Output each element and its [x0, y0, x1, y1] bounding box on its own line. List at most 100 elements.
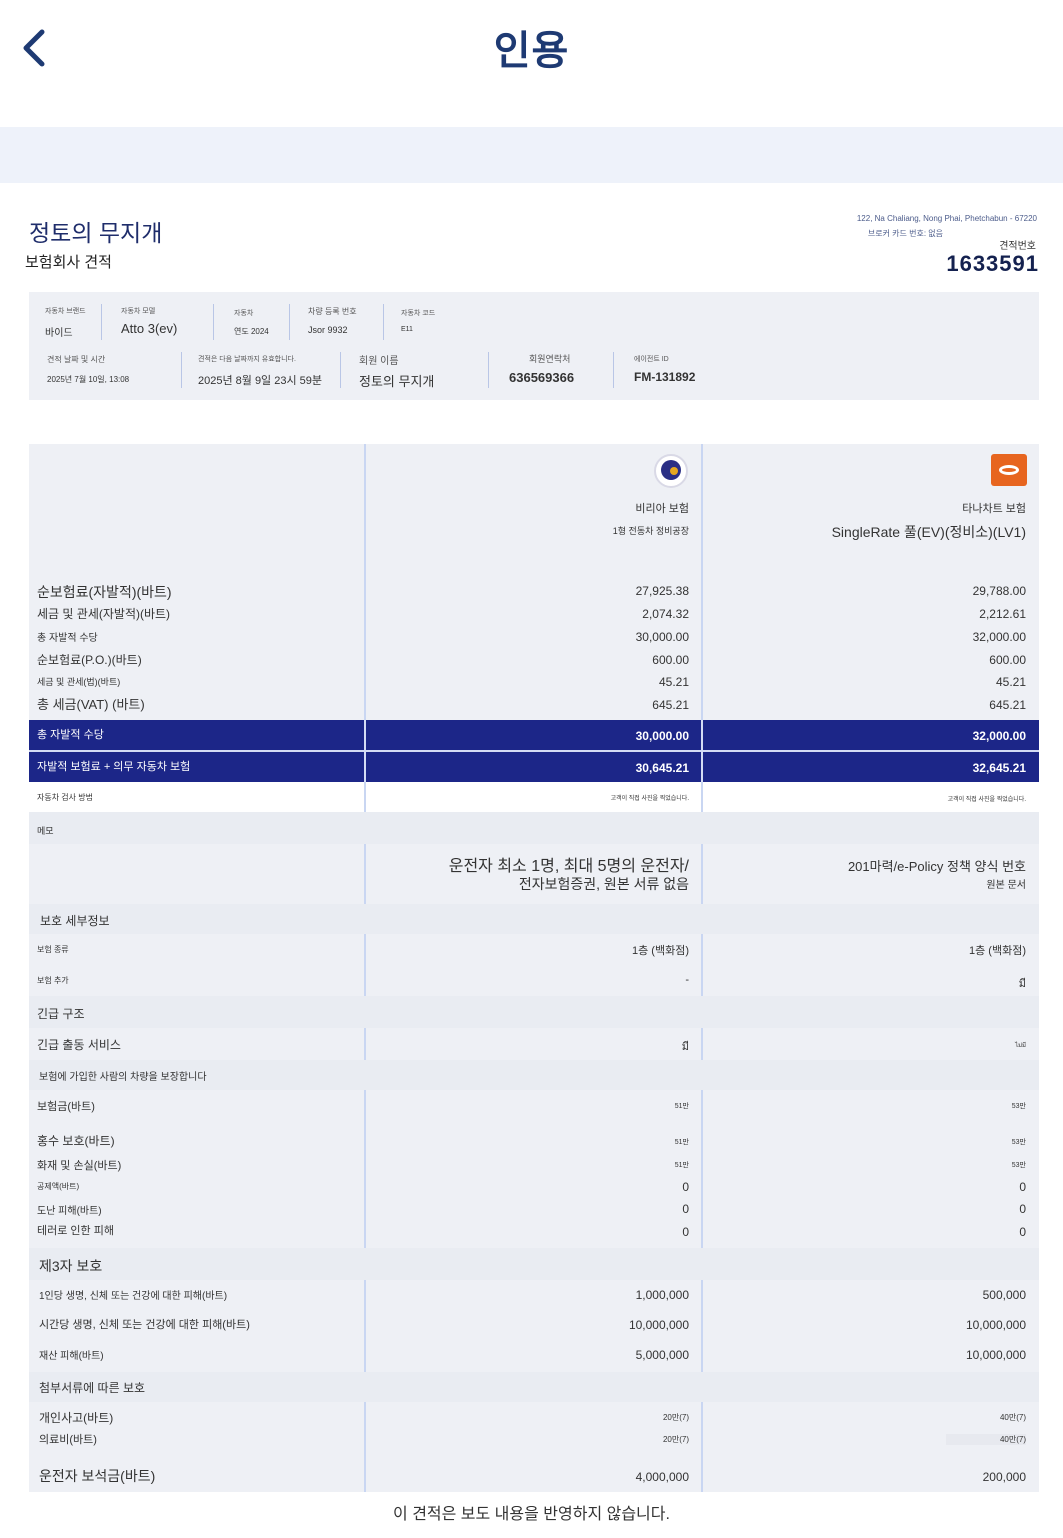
premium-a: 2,074.32 [642, 607, 689, 621]
insurance-type-label: 보험 종류 [37, 945, 69, 954]
attachment-row-a: 20만(7) [662, 1435, 689, 1444]
vehicle-header: 보험에 가입한 사람의 차량을 보장합니다 [29, 1060, 1039, 1090]
brand-mark-icon [999, 465, 1019, 475]
insurance-extra-b: มี [1018, 978, 1026, 990]
divider [613, 352, 614, 388]
total-b: 32,000.00 [972, 729, 1026, 743]
header-band [0, 127, 1063, 183]
vehicle-row-label: 화재 및 손실(바트) [37, 1160, 122, 1172]
vehicle-row-a: 51만 [674, 1162, 689, 1169]
vehicle-row-a: 0 [682, 1202, 689, 1216]
attachments-title: 첨부서류에 따른 보호 [39, 1381, 146, 1395]
vehicle-row-b: 53만 [1011, 1162, 1026, 1169]
divider [383, 304, 384, 340]
vehicle-title: 보험에 가입한 사람의 차량을 보장합니다 [39, 1072, 207, 1083]
premium-block: 순보험료(자발적)(바트) 27,925.38 29,788.00 세금 및 관… [29, 572, 1039, 720]
total-b: 32,645.21 [972, 761, 1026, 775]
comparison-table: 비리아 보험 1형 전동차 정비공장 타나차트 보험 SingleRate 풀(… [29, 444, 1039, 1492]
quote-date-value: 2025년 7월 10일, 13:08 [47, 375, 130, 384]
insurer-b-name: 타나차트 보험 [962, 503, 1026, 515]
phone-value: 636569366 [509, 370, 575, 385]
address: 122, Na Chaliang, Nong Phai, Phetchabun … [856, 214, 1037, 223]
model-label: 자동차 모델 [121, 308, 156, 315]
total-a: 30,645.21 [635, 761, 689, 775]
member-label: 회원 이름 [359, 356, 399, 367]
vehicle-row-b: 53만 [1011, 1103, 1026, 1110]
code-value: E11 [401, 326, 413, 333]
agent-field: 에이전트 ID FM-131892 [634, 354, 695, 384]
memo-label: 메모 [37, 826, 54, 836]
vehicle-row-b: 0 [1019, 1180, 1026, 1194]
third-party-row-label: 재산 피해(바트) [39, 1351, 104, 1362]
company-subtitle: 보험회사 견적 [25, 254, 112, 271]
third-party-row-a: 1,000,000 [635, 1288, 689, 1302]
premium-a: 30,000.00 [635, 630, 689, 644]
column-divider [701, 444, 703, 720]
phone-label: 회원연락처 [529, 354, 571, 364]
vehicle-row-label: 도난 피해(바트) [37, 1206, 102, 1217]
emblem-icon [661, 460, 681, 480]
divider [213, 304, 214, 340]
broker-code: 브로커 카드 번호: 없음 [867, 229, 943, 238]
divider [101, 304, 102, 340]
insurance-type-b: 1층 (백화점) [969, 945, 1026, 957]
quote-number-label: 견적번호 [999, 241, 1036, 252]
valid-until-field: 견적은 다음 날짜까지 유효합니다. 2025년 8월 9일 23시 59분 [198, 354, 322, 388]
plate-value: Jsor 9932 [308, 325, 348, 335]
attachment-row-label: 운전자 보석금(바트) [39, 1468, 156, 1484]
vehicle-rows: 보험금(바트) 51만 53만 홍수 보호(바트) 51만 53만 화재 및 손… [29, 1090, 1039, 1248]
total-voluntary-row: 총 자발적 수당 30,000.00 32,000.00 [29, 720, 1039, 750]
third-party-row-a: 10,000,000 [628, 1318, 689, 1332]
premium-a: 645.21 [652, 698, 689, 712]
total-combined-row: 자발적 보험료 + 의무 자동차 보험 30,645.21 32,645.21 [29, 752, 1039, 782]
memo-a-line2: 전자보험증권, 원본 서류 없음 [518, 876, 689, 892]
column-divider [364, 444, 366, 720]
insurer-b-plan: SingleRate 풀(EV)(정비소)(LV1) [831, 524, 1026, 540]
attachment-row-a: 4,000,000 [635, 1470, 689, 1484]
attachment-row-a: 20만(7) [662, 1413, 689, 1422]
memo-b-line1: 201마력/e-Policy 정책 양식 번호 [847, 859, 1026, 874]
third-party-header: 제3자 보호 [29, 1248, 1039, 1280]
memo-row: 운전자 최소 1명, 최대 5명의 운전자/ 전자보험증권, 원본 서류 없음 … [29, 844, 1039, 904]
vehicle-row-b: 53만 [1011, 1139, 1026, 1146]
vehicle-row-label: 보험금(바트) [37, 1101, 95, 1113]
attachment-row-b: 40만(7) [999, 1413, 1026, 1422]
inspection-label: 자동차 검사 방법 [37, 793, 93, 802]
third-party-title: 제3자 보호 [39, 1258, 103, 1274]
quote-date-label: 견적 날짜 및 시간 [47, 355, 106, 364]
premium-b: 29,788.00 [972, 584, 1026, 598]
insurer-header-row: 비리아 보험 1형 전동차 정비공장 타나차트 보험 SingleRate 풀(… [29, 444, 1039, 572]
emergency-header: 긴급 구조 [29, 996, 1039, 1028]
third-party-rows: 1인당 생명, 신체 또는 건강에 대한 피해(바트) 1,000,000 50… [29, 1280, 1039, 1372]
third-party-row-b: 10,000,000 [965, 1348, 1026, 1362]
premium-a: 600.00 [652, 653, 689, 667]
agent-label: 에이전트 ID [634, 356, 669, 363]
vehicle-row-label: 홍수 보호(바트) [37, 1134, 115, 1148]
quote-date-field: 견적 날짜 및 시간 2025년 7월 10일, 13:08 [47, 354, 129, 385]
code-label: 자동차 코드 [401, 310, 436, 317]
brand-value: 바이드 [45, 328, 73, 339]
member-value: 정토의 무지개 [359, 374, 435, 389]
total-label: 자발적 보험료 + 의무 자동차 보험 [37, 761, 191, 773]
total-label: 총 자발적 수당 [37, 729, 104, 741]
brand-label: 자동차 브랜드 [45, 308, 86, 315]
premium-label: 순보험료(자발적)(바트) [37, 584, 172, 600]
page-title: 인용 [493, 29, 570, 73]
premium-b: 2,212.61 [979, 607, 1026, 621]
plate-field: 차량 등록 번호 Jsor 9932 [308, 306, 357, 335]
third-party-row-b: 10,000,000 [965, 1318, 1026, 1332]
disclaimer-note: 이 견적은 보도 내용을 반영하지 않습니다. [393, 1506, 670, 1523]
emergency-service-a: มี [681, 1041, 689, 1053]
total-a: 30,000.00 [635, 729, 689, 743]
premium-label: 순보험료(P.O.)(바트) [37, 653, 142, 667]
car-label: 자동차 [234, 310, 254, 317]
divider [289, 304, 290, 340]
attachment-row-b: 200,000 [982, 1470, 1026, 1484]
divider [340, 352, 341, 388]
vehicle-info-box: 자동차 브랜드 바이드 자동차 모델 Atto 3(ev) 자동차 연도 202… [29, 292, 1039, 400]
vehicle-row-a: 51만 [674, 1103, 689, 1110]
premium-a: 27,925.38 [635, 584, 689, 598]
model-value: Atto 3(ev) [121, 321, 178, 336]
code-field: 자동차 코드 E11 [401, 308, 435, 333]
vehicle-row-b: 0 [1019, 1202, 1026, 1216]
